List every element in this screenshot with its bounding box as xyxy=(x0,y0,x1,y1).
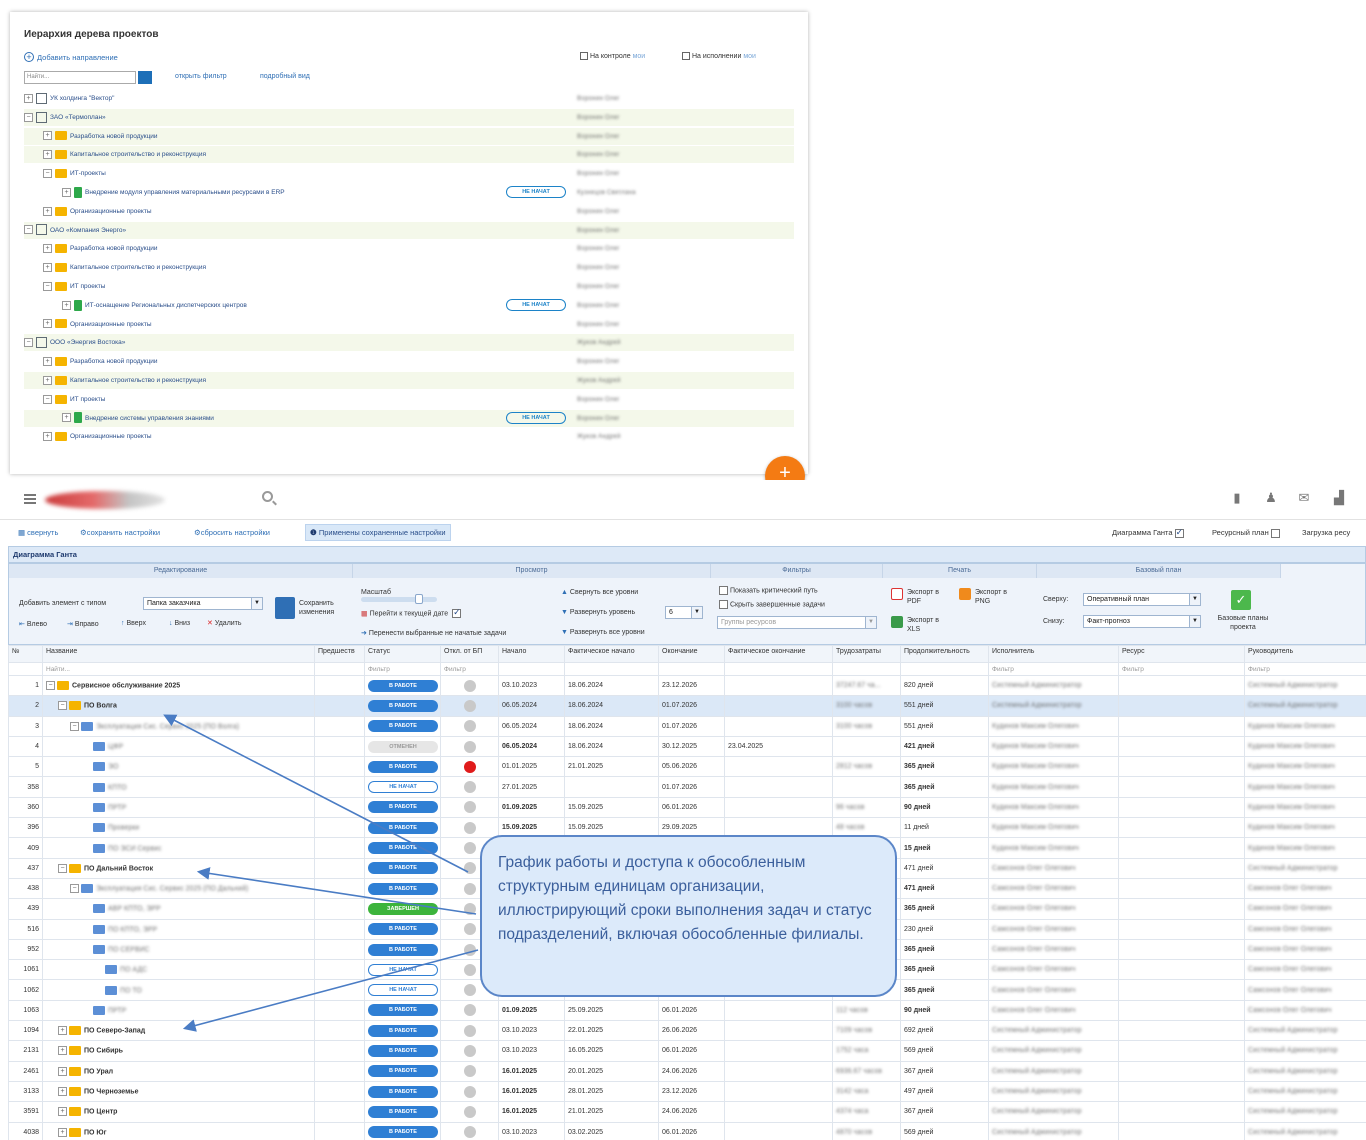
arrow-to-north-west xyxy=(182,949,479,1032)
arrow-to-far-east xyxy=(196,867,477,915)
arrow-to-volga xyxy=(163,714,469,873)
annotation-callout: График работы и доступа к обособленным с… xyxy=(480,835,897,997)
